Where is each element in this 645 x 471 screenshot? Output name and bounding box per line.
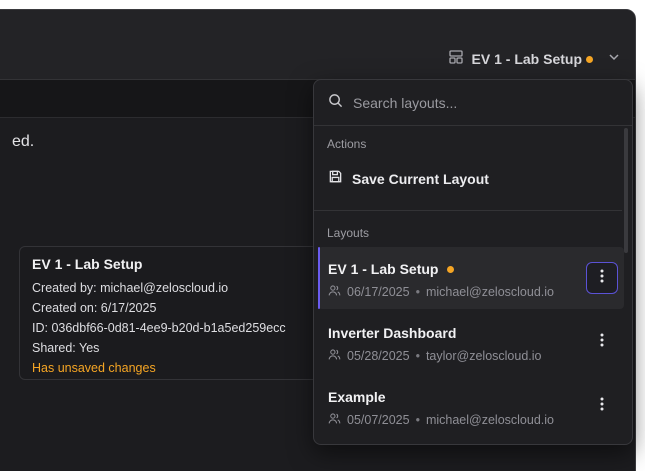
tooltip-created-by: Created by: michael@zeloscloud.io [32,281,229,295]
layout-meta: 05/28/2025 • taylor@zeloscloud.io [328,348,541,364]
more-options-button[interactable] [586,326,618,358]
layout-owner: michael@zeloscloud.io [425,285,554,299]
chevron-down-icon [607,50,621,69]
unsaved-indicator [586,55,593,63]
actions-section-label: Actions [327,137,367,151]
meta-separator: • [415,413,420,427]
layout-meta: 05/07/2025 • michael@zeloscloud.io [328,412,554,428]
top-toolbar: EV 1 - Lab Setup [0,10,635,80]
tooltip-title: EV 1 - Lab Setup [32,256,143,272]
current-layout-name: EV 1 - Lab Setup [471,51,582,67]
layout-owner: michael@zeloscloud.io [425,413,554,427]
users-icon [328,284,341,300]
layout-item-title: Example [328,389,386,405]
background-text: ed. [12,133,35,150]
layout-owner: taylor@zeloscloud.io [425,349,542,363]
tooltip-id: ID: 036dbf66-0d81-4ee9-b20d-b1a5ed259ecc [32,321,286,335]
search-bar [314,80,632,126]
more-options-button[interactable] [586,390,618,422]
layout-date: 05/28/2025 [347,349,410,363]
search-icon [328,93,343,113]
layout-info-tooltip: EV 1 - Lab Setup Created by: michael@zel… [19,246,331,380]
more-vertical-icon [600,269,604,288]
layouts-dropdown: Actions Save Current Layout Layouts EV 1… [313,79,633,445]
more-options-button[interactable] [586,262,618,294]
layout-name: EV 1 - Lab Setup [328,261,439,277]
section-divider [314,210,622,211]
layout-date: 05/07/2025 [347,413,410,427]
layout-date: 06/17/2025 [347,285,410,299]
layouts-section-label: Layouts [327,226,370,240]
meta-separator: • [415,349,420,363]
layout-name: Example [328,389,386,405]
save-current-layout-button[interactable]: Save Current Layout [314,168,622,190]
layout-item-example[interactable]: Example 05/07/2025 • michael@zeloscloud.… [318,375,624,437]
dropdown-scrollbar[interactable] [624,128,628,253]
layout-icon [448,49,464,70]
unsaved-indicator [447,265,455,273]
search-layouts-input[interactable] [353,94,618,111]
more-vertical-icon [600,397,604,416]
tooltip-shared: Shared: Yes [32,341,100,355]
layout-selector-button[interactable]: EV 1 - Lab Setup [448,48,621,70]
users-icon [328,412,341,428]
layout-item-title: EV 1 - Lab Setup [328,261,455,277]
layout-item-title: Inverter Dashboard [328,325,456,341]
tooltip-unsaved-warning: Has unsaved changes [32,361,156,375]
layout-item-ev1-lab-setup[interactable]: EV 1 - Lab Setup 06/17/2025 • michael@ze… [318,247,624,309]
layout-name: Inverter Dashboard [328,325,457,341]
layout-item-inverter-dashboard[interactable]: Inverter Dashboard 05/28/2025 • taylor@z… [318,311,624,373]
tooltip-created-on: Created on: 6/17/2025 [32,301,157,315]
users-icon [328,348,341,364]
more-vertical-icon [600,333,604,352]
save-current-layout-label: Save Current Layout [352,171,489,187]
meta-separator: • [415,285,420,299]
save-icon [328,169,343,189]
layout-meta: 06/17/2025 • michael@zeloscloud.io [328,284,554,300]
